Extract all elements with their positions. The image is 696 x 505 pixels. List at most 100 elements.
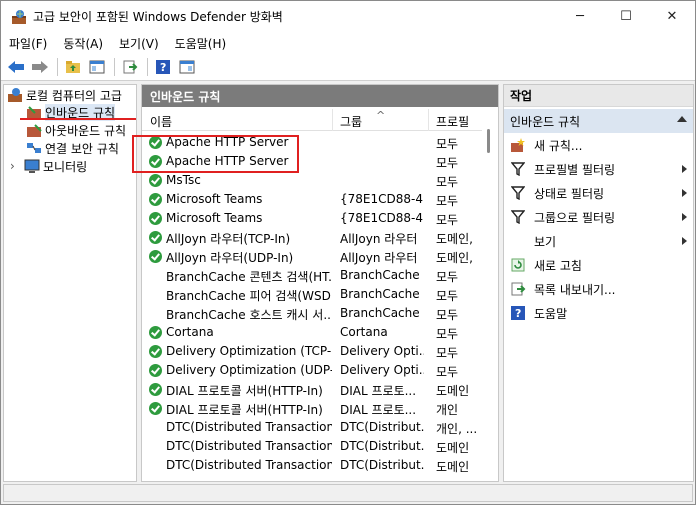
actions-section-inbound-rules[interactable]: 인바운드 규칙 <box>504 109 693 133</box>
rule-profile-cell: 도메인 <box>436 441 470 455</box>
tree-item-label: 모니터링 <box>43 159 88 174</box>
action-item-label: 프로필별 필터링 <box>534 162 616 177</box>
column-divider[interactable] <box>332 109 333 131</box>
rule-group-cell: DTC(Distribut... <box>340 439 424 453</box>
menu-action[interactable]: 동작(A) <box>55 35 111 52</box>
action-item[interactable]: 목록 내보내기... <box>504 277 693 301</box>
table-row[interactable]: Microsoft Teams {78E1CD88-4... 모두 <box>142 190 482 209</box>
column-header-group[interactable]: 그룹 <box>340 113 362 130</box>
actions-pane: 작업 인바운드 규칙 새 규칙... 프로필별 필터링상태로 필터링그룹으로 필터… <box>503 84 694 482</box>
console-tree: 로컬 컴퓨터의 고급 인바운드 규칙 아웃바운드 규칙 연결 보안 규칙 › 모… <box>3 84 137 482</box>
enabled-check-icon <box>149 193 162 206</box>
tree-root[interactable]: 로컬 컴퓨터의 고급 <box>7 86 122 104</box>
tree-item-monitoring[interactable]: › 모니터링 <box>10 157 87 175</box>
table-row[interactable]: BranchCache 피어 검색(WSD... BranchCache ... 모… <box>142 285 482 304</box>
rule-group-cell: Delivery Opti... <box>340 363 424 377</box>
rule-name-cell: Microsoft Teams <box>166 192 263 206</box>
table-row[interactable]: DTC(Distributed Transaction ... DTC(Distr… <box>142 456 482 475</box>
menu-help[interactable]: 도움말(H) <box>167 35 235 52</box>
back-button[interactable] <box>5 56 27 78</box>
rule-group-cell: AllJoyn 라우터 <box>340 232 418 246</box>
rule-group-cell: BranchCache ... <box>340 268 424 282</box>
table-row[interactable]: Microsoft Teams {78E1CD88-4... 모두 <box>142 209 482 228</box>
rule-group-cell: {78E1CD88-4... <box>340 211 424 225</box>
maximize-button[interactable]: ☐ <box>603 1 649 32</box>
rule-group-cell: Cortana <box>340 325 388 339</box>
show-hide-action-pane-button[interactable] <box>176 56 198 78</box>
close-button[interactable]: ✕ <box>649 1 695 32</box>
table-row[interactable]: Delivery Optimization (UDP-I... Delivery … <box>142 361 482 380</box>
table-row[interactable]: DTC(Distributed Transaction ... DTC(Distr… <box>142 437 482 456</box>
table-row[interactable]: BranchCache 호스트 캐시 서... BranchCache ... 모두 <box>142 304 482 323</box>
help-icon: ? <box>156 60 170 74</box>
action-item[interactable]: ? 도움말 <box>504 301 693 325</box>
submenu-arrow-icon <box>682 213 687 221</box>
highlight-box <box>132 135 299 173</box>
rules-list: Apache HTTP Server 모두 Apache HTTP Server 모두… <box>142 133 482 475</box>
export-list-button[interactable] <box>119 56 141 78</box>
column-header-row: 이름 그룹 ^ 프로필 <box>142 109 482 131</box>
filter-icon <box>510 209 526 225</box>
submenu-arrow-icon <box>682 237 687 245</box>
tree-item-label: 연결 보안 규칙 <box>45 141 119 156</box>
expand-chevron-icon[interactable]: › <box>10 159 24 173</box>
collapse-caret-icon <box>677 116 687 122</box>
rule-name-cell: AllJoyn 라우터(UDP-In) <box>166 251 294 265</box>
action-item[interactable]: 보기 <box>504 229 693 253</box>
action-item[interactable]: 상태로 필터링 <box>504 181 693 205</box>
back-arrow-icon <box>8 61 24 73</box>
rule-profile-cell: 도메인 <box>436 384 470 398</box>
table-row[interactable]: Cortana Cortana 모두 <box>142 323 482 342</box>
up-folder-button[interactable] <box>62 56 84 78</box>
menu-file[interactable]: 파일(F) <box>1 35 55 52</box>
rule-name-cell: BranchCache 피어 검색(WSD... <box>166 289 332 303</box>
title-bar: 고급 보안이 포함된 Windows Defender 방화벽 ─ ☐ ✕ <box>1 1 695 32</box>
sort-ascending-icon: ^ <box>376 109 386 122</box>
enabled-check-icon <box>149 383 162 396</box>
menu-bar: 파일(F) 동작(A) 보기(V) 도움말(H) <box>1 32 695 54</box>
action-item[interactable]: 프로필별 필터링 <box>504 157 693 181</box>
forward-button[interactable] <box>29 56 51 78</box>
table-row[interactable]: MsTsc 모두 <box>142 171 482 190</box>
rule-group-cell: DTC(Distribut... <box>340 420 424 434</box>
refresh-icon <box>510 257 526 273</box>
rule-profile-cell: 모두 <box>436 156 459 170</box>
vertical-scrollbar[interactable] <box>482 109 498 469</box>
action-pane-icon <box>179 60 195 74</box>
table-row[interactable]: DIAL 프로토콜 서버(HTTP-In) DIAL 프로토... 도메인 <box>142 380 482 399</box>
scrollbar-thumb[interactable] <box>487 129 490 153</box>
table-row[interactable]: BranchCache 콘텐츠 검색(HT... BranchCache ... 모… <box>142 266 482 285</box>
column-header-profile[interactable]: 프로필 <box>436 113 469 130</box>
rule-profile-cell: 모두 <box>436 365 459 379</box>
export-icon <box>510 281 526 297</box>
action-item-label: 그룹으로 필터링 <box>534 210 616 225</box>
actions-list: 새 규칙... 프로필별 필터링상태로 필터링그룹으로 필터링보기 새로 고침 목록 … <box>504 133 693 325</box>
rule-name-cell: Delivery Optimization (TCP-In) <box>166 344 332 358</box>
column-divider[interactable] <box>428 109 429 131</box>
table-row[interactable]: DTC(Distributed Transaction ... DTC(Distr… <box>142 418 482 437</box>
table-row[interactable]: Delivery Optimization (TCP-In) Delivery O… <box>142 342 482 361</box>
filter-icon <box>510 161 526 177</box>
tree-item-outbound-rules[interactable]: 아웃바운드 규칙 <box>26 121 126 139</box>
help-button[interactable]: ? <box>152 56 174 78</box>
action-item[interactable]: 그룹으로 필터링 <box>504 205 693 229</box>
action-item[interactable]: 새 규칙... <box>504 133 693 157</box>
rule-group-cell: DIAL 프로토... <box>340 403 417 417</box>
rule-profile-cell: 모두 <box>436 194 459 208</box>
table-row[interactable]: AllJoyn 라우터(TCP-In) AllJoyn 라우터 도메인, <box>142 228 482 247</box>
export-icon <box>123 60 138 74</box>
show-hide-tree-button[interactable] <box>86 56 108 78</box>
minimize-button[interactable]: ─ <box>557 1 603 32</box>
console-tree-icon <box>89 60 105 74</box>
menu-view[interactable]: 보기(V) <box>111 35 167 52</box>
rule-name-cell: BranchCache 콘텐츠 검색(HT... <box>166 270 332 284</box>
tree-item-connection-security-rules[interactable]: 연결 보안 규칙 <box>26 139 119 157</box>
table-row[interactable]: DIAL 프로토콜 서버(HTTP-In) DIAL 프로토... 개인 <box>142 399 482 418</box>
rule-name-cell: DTC(Distributed Transaction ... <box>166 458 332 472</box>
actions-title: 작업 <box>504 85 693 107</box>
action-item[interactable]: 새로 고침 <box>504 253 693 277</box>
table-row[interactable]: AllJoyn 라우터(UDP-In) AllJoyn 라우터 도메인, <box>142 247 482 266</box>
rule-group-cell: BranchCache ... <box>340 287 424 301</box>
rule-name-cell: Microsoft Teams <box>166 211 263 225</box>
column-header-name[interactable]: 이름 <box>150 113 172 130</box>
